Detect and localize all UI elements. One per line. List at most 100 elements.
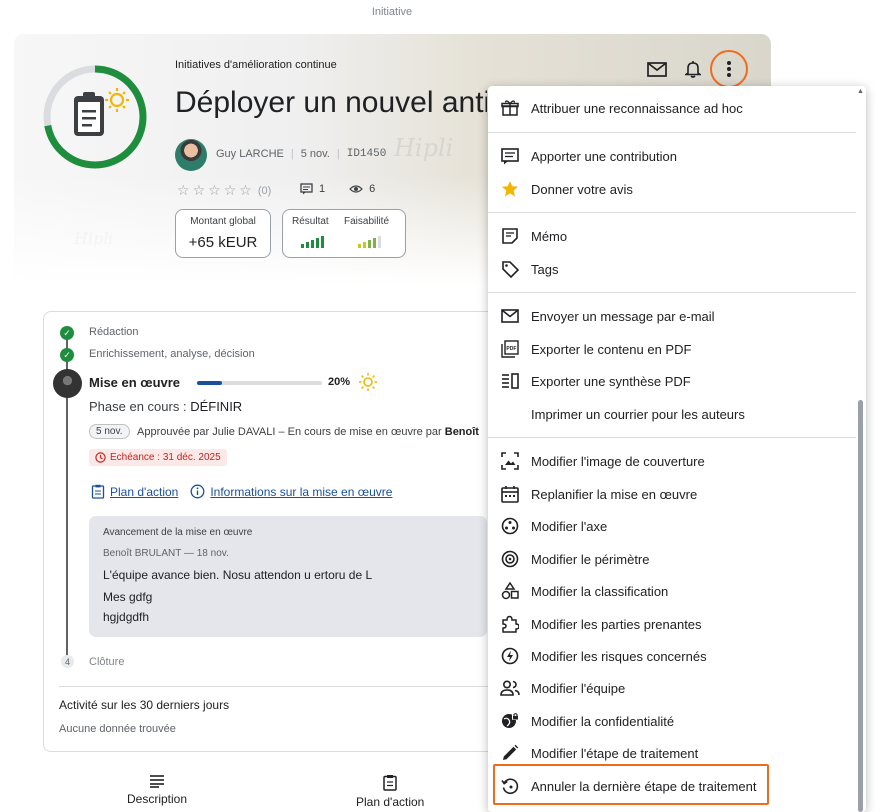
pencil-icon [500,743,520,763]
menu-item-memo[interactable]: Mémo [488,222,856,250]
undo-item-highlight [493,764,769,805]
comment-author: Benoît BRULANT — 18 nov. [103,548,229,559]
phase-name: Mise en œuvre [89,375,181,390]
sun-icon [105,88,129,112]
signal-bar [306,242,309,248]
menu-item-export-summary[interactable]: Exporter une synthèse PDF [488,367,856,395]
approval-text: Approuvée par Julie DAVALI – En cours de… [137,426,479,438]
progress-comment: Avancement de la mise en œuvre Benoît BR… [89,516,487,637]
more-button-highlight [710,50,748,88]
created-date: 5 nov. [300,148,330,160]
activity-empty: Aucune donnée trouvée [59,723,176,735]
implementation-info-link[interactable]: Informations sur la mise en œuvre [190,484,392,499]
phase-progress-bar [197,381,322,385]
gift-icon [500,98,520,118]
axis-icon [500,516,520,536]
rating-stars[interactable]: ☆ ☆ ☆ ☆ ☆ (0) [177,182,271,199]
lines-icon [150,775,165,788]
tab-action-plan[interactable]: Plan d'action [356,774,424,809]
image-icon [500,451,520,471]
phase-current-value: DÉFINIR [190,399,243,414]
cover-watermark: Hipli [394,134,454,162]
signal-bar [301,244,304,248]
montant-global-card: Montant global +65 kEUR [175,209,271,258]
resultat-bars [301,236,324,248]
author-avatar[interactable] [175,139,207,171]
star-icon[interactable]: ☆ [239,182,252,199]
menu-item-stakeholders[interactable]: Modifier les parties prenantes [488,610,856,638]
views-count: 6 [369,183,376,195]
initiative-meta: Guy LARCHE | 5 nov. | ID1450 [216,148,387,160]
progress-ring [43,65,147,169]
star-icon[interactable]: ☆ [208,182,221,199]
mail-icon[interactable] [645,57,669,81]
star-icon [500,179,520,199]
menu-item-classification[interactable]: Modifier la classification [488,577,856,605]
comment-line: Mes gdfg [103,590,153,604]
menu-item-print-letter[interactable]: Imprimer un courrier pour les auteurs [488,400,856,428]
sun-icon [359,373,377,391]
menu-scrollbar[interactable] [858,400,863,812]
step-number-badge: 4 [61,655,74,668]
menu-item-replan[interactable]: Replanifier la mise en œuvre [488,480,856,508]
activity-title: Activité sur les 30 derniers jours [59,698,230,712]
star-icon[interactable]: ☆ [224,182,237,199]
page-top-label: Initiative [371,6,413,18]
signal-bar [316,238,319,248]
signal-bar [378,236,381,248]
faisabilite-label: Faisabilité [344,216,390,227]
signal-bar [321,236,324,248]
action-plan-link[interactable]: Plan d'action [91,484,178,499]
faisabilite-bars [358,236,381,248]
star-icon[interactable]: ☆ [193,182,206,199]
deadline-badge: Echéance : 31 déc. 2025 [89,449,227,466]
phase-current: Phase en cours : DÉFINIR [89,399,243,414]
actions-menu: ▲ Attribuer une reconnaissance ad hoc Ap… [488,86,866,812]
menu-item-confidentiality[interactable]: Modifier la confidentialité [488,707,856,735]
clock-icon [95,452,106,463]
tab-description[interactable]: Description [127,774,187,806]
menu-item-tags[interactable]: Tags [488,255,856,283]
signal-bar [311,240,314,248]
step-enrichissement: Enrichissement, analyse, décision [89,348,255,360]
bolt-icon [500,646,520,666]
comment-line: hgjdgdfh [103,610,150,624]
author-name[interactable]: Guy LARCHE [216,148,284,160]
comment-line: L'équipe avance bien. Nosu attendon u er… [103,568,373,582]
menu-item-processing-step[interactable]: Modifier l'étape de traitement [488,739,856,767]
menu-item-feedback[interactable]: Donner votre avis [488,175,856,203]
menu-item-email[interactable]: Envoyer un message par e-mail [488,302,856,330]
scroll-up-arrow-icon[interactable]: ▲ [857,88,864,95]
menu-item-cover-image[interactable]: Modifier l'image de couverture [488,447,856,475]
menu-item-recognition[interactable]: Attribuer une reconnaissance ad hoc [488,94,856,122]
rating-count: (0) [257,184,272,197]
signal-bar [373,238,376,248]
step-redaction: Rédaction [89,326,139,338]
phase-avatar [53,369,82,398]
check-icon: ✓ [60,348,74,362]
menu-item-axis[interactable]: Modifier l'axe [488,512,856,540]
menu-item-scope[interactable]: Modifier le périmètre [488,545,856,573]
summary-icon [500,371,520,391]
step-cloture: Clôture [89,656,125,668]
menu-item-risks[interactable]: Modifier les risques concernés [488,642,856,670]
menu-item-contribution[interactable]: Apporter une contribution [488,142,856,170]
clipboard-icon [74,92,104,136]
bell-icon[interactable] [681,57,705,81]
tag-icon [500,259,520,279]
info-icon [190,484,205,499]
phase-percent: 20% [328,376,351,388]
montant-value: +65 kEUR [188,234,258,251]
menu-item-export-pdf[interactable]: PDF Exporter le contenu en PDF [488,335,856,363]
page-title: Déployer un nouvel antiv [175,86,487,119]
globe-lock-icon [500,711,520,731]
initiative-stats: 1 6 [300,183,375,195]
comment-icon [500,146,520,166]
puzzle-icon [500,614,520,634]
phase-links: Plan d'action Informations sur la mise e… [91,484,392,499]
star-icon[interactable]: ☆ [177,182,190,199]
clipboard-icon [383,775,397,791]
menu-item-team[interactable]: Modifier l'équipe [488,674,856,702]
result-feasibility-card: Résultat Faisabilité [282,209,406,258]
people-icon [500,678,520,698]
